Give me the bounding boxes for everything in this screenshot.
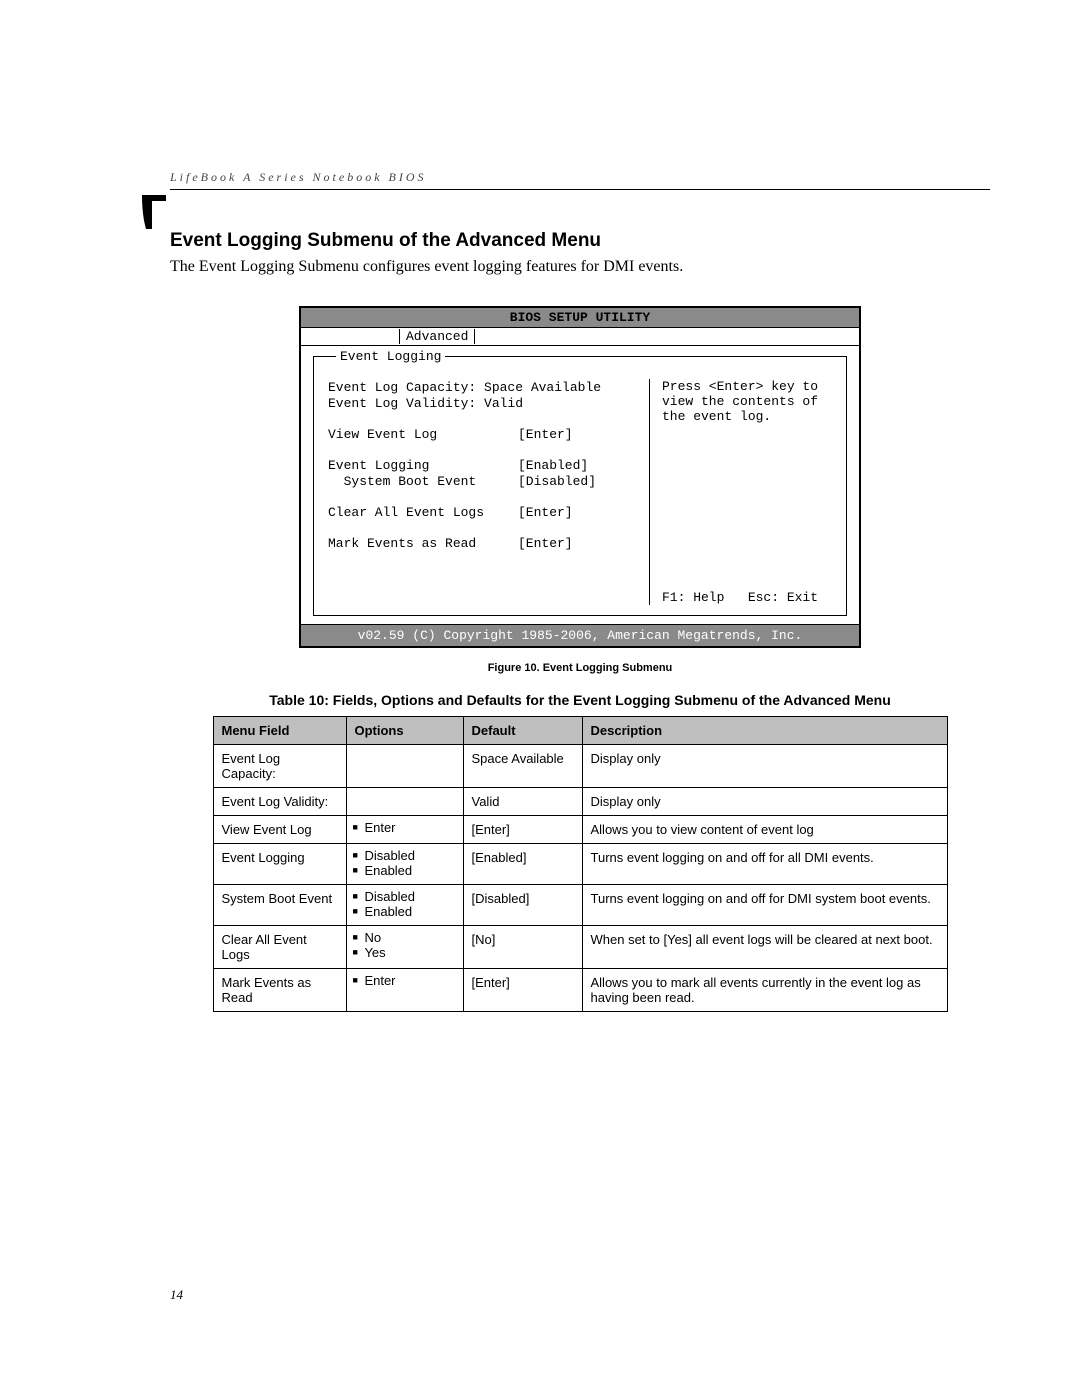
table-row: Event LoggingDisabledEnabled[Enabled]Tur… <box>213 844 947 885</box>
options-list: Enter <box>353 973 457 988</box>
cell-field: Mark Events as Read <box>213 969 346 1012</box>
page: LifeBook A Series Notebook BIOS Event Lo… <box>0 0 1080 1397</box>
bios-setting-label: System Boot Event <box>328 474 518 489</box>
figure-caption: Figure 10. Event Logging Submenu <box>170 662 990 674</box>
options-list: DisabledEnabled <box>353 848 457 878</box>
options-list: Enter <box>353 820 457 835</box>
cell-options: NoYes <box>346 926 463 969</box>
bios-title: BIOS SETUP UTILITY <box>301 308 859 328</box>
cell-default: [Enter] <box>463 969 582 1012</box>
bios-setting-row[interactable]: View Event Log[Enter] <box>328 427 639 442</box>
cell-options: Enter <box>346 969 463 1012</box>
bios-menubar: Advanced <box>301 328 859 346</box>
cell-description: When set to [Yes] all event logs will be… <box>582 926 947 969</box>
bios-screenshot: BIOS SETUP UTILITY Advanced Event Loggin… <box>299 306 861 648</box>
bios-setting-row[interactable]: Event Logging[Enabled] <box>328 458 639 473</box>
cell-description: Turns event logging on and off for DMI s… <box>582 885 947 926</box>
bios-setting-value: [Disabled] <box>518 474 596 489</box>
option-item: Disabled <box>353 848 457 863</box>
bios-setting-label: Event Log Validity: Valid <box>328 396 518 411</box>
bios-setting-label: Event Logging <box>328 458 518 473</box>
table-row: Mark Events as Read Enter [Enter]Allows yo… <box>213 969 947 1012</box>
intro-paragraph: The Event Logging Submenu configures eve… <box>170 258 990 276</box>
cell-field: Event Log Capacity: <box>213 745 346 788</box>
bios-setting-value: [Enabled] <box>518 458 588 473</box>
bios-setting-value: [Enter] <box>518 505 573 520</box>
cell-description: Display only <box>582 788 947 816</box>
cell-options: DisabledEnabled <box>346 844 463 885</box>
cell-options <box>346 788 463 816</box>
option-item: Enabled <box>353 863 457 878</box>
bios-setting-label: View Event Log <box>328 427 518 442</box>
options-table: Menu Field Options Default Description E… <box>213 716 948 1012</box>
bios-tab-advanced[interactable]: Advanced <box>399 329 475 344</box>
bios-panel-title: Event Logging <box>336 349 445 364</box>
bios-gap <box>328 521 639 535</box>
th-description: Description <box>582 717 947 745</box>
option-item: Yes <box>353 945 457 960</box>
cell-field: View Event Log <box>213 816 346 844</box>
option-item: Disabled <box>353 889 457 904</box>
cell-default: [Enter] <box>463 816 582 844</box>
bios-setting-label: Clear All Event Logs <box>328 505 518 520</box>
cell-field: Event Log Validity: <box>213 788 346 816</box>
bios-setting-row[interactable]: Event Log Validity: Valid <box>328 396 639 411</box>
cell-default: [Disabled] <box>463 885 582 926</box>
cell-default: [No] <box>463 926 582 969</box>
bios-gap <box>328 443 639 457</box>
th-default: Default <box>463 717 582 745</box>
cell-default: Space Available <box>463 745 582 788</box>
option-item: Enter <box>353 820 457 835</box>
cell-description: Allows you to mark all events currently … <box>582 969 947 1012</box>
option-item: No <box>353 930 457 945</box>
bios-setting-row[interactable]: Event Log Capacity: Space Available <box>328 380 639 395</box>
bios-setting-row[interactable]: Mark Events as Read[Enter] <box>328 536 639 551</box>
running-head: LifeBook A Series Notebook BIOS <box>170 170 990 190</box>
table-row: Event Log Validity: ValidDisplay only <box>213 788 947 816</box>
table-row: Event Log Capacity: Space AvailableDispla… <box>213 745 947 788</box>
bios-setting-value: [Enter] <box>518 427 573 442</box>
table-row: Clear All Event LogsNoYes[No]When set to… <box>213 926 947 969</box>
section-title: Event Logging Submenu of the Advanced Me… <box>170 230 990 252</box>
bios-help-text: Press <Enter> key to view the contents o… <box>662 379 832 424</box>
table-title: Table 10: Fields, Options and Defaults f… <box>170 692 990 708</box>
cell-options <box>346 745 463 788</box>
cell-field: System Boot Event <box>213 885 346 926</box>
bios-inner: Event Logging Event Log Capacity: Space … <box>313 356 847 616</box>
th-options: Options <box>346 717 463 745</box>
bios-right-panel: Press <Enter> key to view the contents o… <box>662 379 832 605</box>
bios-key-legend: F1: Help Esc: Exit <box>662 590 832 605</box>
bios-copyright: v02.59 (C) Copyright 1985-2006, American… <box>301 624 859 646</box>
cell-description: Allows you to view content of event log <box>582 816 947 844</box>
cell-description: Turns event logging on and off for all D… <box>582 844 947 885</box>
cell-options: Enter <box>346 816 463 844</box>
cell-field: Clear All Event Logs <box>213 926 346 969</box>
options-list: DisabledEnabled <box>353 889 457 919</box>
corner-ornament <box>142 195 166 229</box>
option-item: Enter <box>353 973 457 988</box>
bios-gap <box>328 490 639 504</box>
option-item: Enabled <box>353 904 457 919</box>
table-row: System Boot EventDisabledEnabled[Disable… <box>213 885 947 926</box>
bios-left-panel: Event Logging Event Log Capacity: Space … <box>328 379 650 605</box>
cell-field: Event Logging <box>213 844 346 885</box>
bios-setting-label: Mark Events as Read <box>328 536 518 551</box>
cell-default: Valid <box>463 788 582 816</box>
bios-body: Event Logging Event Log Capacity: Space … <box>301 346 859 624</box>
bios-setting-label: Event Log Capacity: Space Available <box>328 380 518 395</box>
bios-setting-row[interactable]: Clear All Event Logs[Enter] <box>328 505 639 520</box>
cell-default: [Enabled] <box>463 844 582 885</box>
table-header-row: Menu Field Options Default Description <box>213 717 947 745</box>
bios-setting-value: [Enter] <box>518 536 573 551</box>
cell-description: Display only <box>582 745 947 788</box>
th-field: Menu Field <box>213 717 346 745</box>
cell-options: DisabledEnabled <box>346 885 463 926</box>
page-number: 14 <box>170 1287 183 1303</box>
bios-gap <box>328 412 639 426</box>
options-list: NoYes <box>353 930 457 960</box>
bios-setting-row[interactable]: System Boot Event[Disabled] <box>328 474 639 489</box>
table-row: View Event Log Enter [Enter]Allows you to … <box>213 816 947 844</box>
